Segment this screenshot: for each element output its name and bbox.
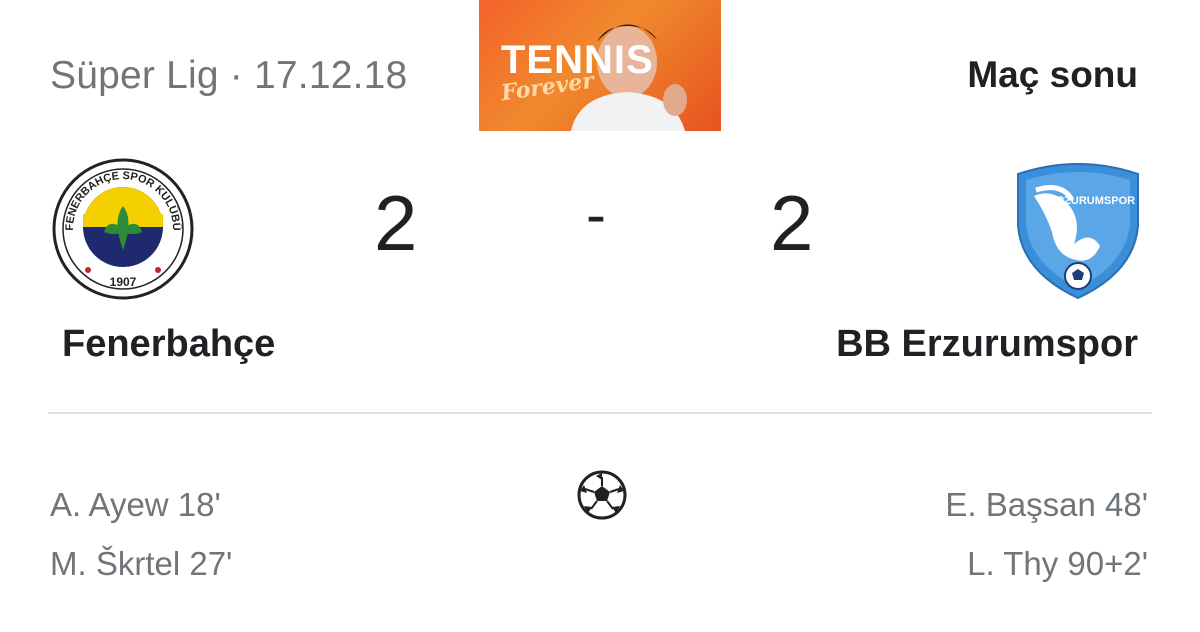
away-score: 2 bbox=[770, 179, 814, 267]
score-separator: - bbox=[586, 181, 606, 248]
goal-scorer: L. Thy 90+2' bbox=[967, 545, 1148, 582]
logo-year: 1907 bbox=[110, 275, 137, 289]
away-team-name[interactable]: BB Erzurumspor bbox=[836, 323, 1138, 366]
home-team-name[interactable]: Fenerbahçe bbox=[62, 323, 275, 366]
erzurumspor-logo[interactable]: ERZURUMSPOR bbox=[1012, 160, 1144, 300]
goal-scorer: M. Škrtel 27' bbox=[50, 545, 233, 582]
home-score: 2 bbox=[374, 179, 418, 267]
league-and-date: Süper Lig · 17.12.18 bbox=[50, 54, 408, 97]
section-divider bbox=[48, 412, 1152, 414]
away-scorers-list: E. Başsan 48' L. Thy 90+2' bbox=[945, 475, 1148, 593]
advertisement-banner[interactable]: TENNIS Forever bbox=[479, 0, 721, 131]
goal-scorer: E. Başsan 48' bbox=[945, 486, 1148, 523]
match-status: Maç sonu bbox=[967, 54, 1138, 95]
goal-scorer: A. Ayew 18' bbox=[50, 486, 221, 523]
soccer-ball-icon bbox=[577, 470, 627, 520]
logo-club-text-away: ERZURUMSPOR bbox=[1049, 195, 1135, 207]
home-scorers-list: A. Ayew 18' M. Škrtel 27' bbox=[50, 475, 232, 593]
fenerbahce-logo[interactable]: FENERBAHÇE SPOR KULÜBÜ 1907 bbox=[52, 158, 194, 300]
